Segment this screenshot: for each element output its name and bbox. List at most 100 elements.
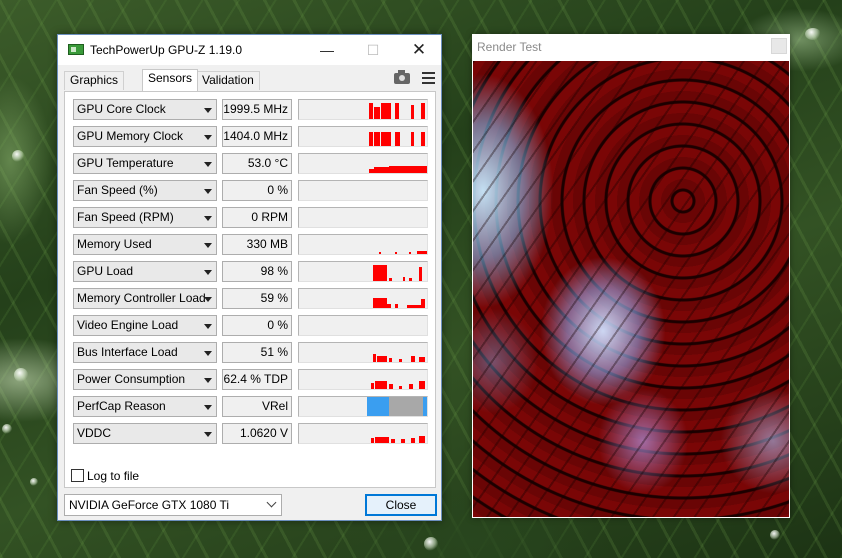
render-texture: [473, 61, 789, 517]
sensor-name-dropdown[interactable]: Fan Speed (%): [73, 180, 217, 201]
graph-bar: [403, 277, 405, 281]
sensor-value: 330 MB: [222, 234, 292, 255]
log-to-file-checkbox[interactable]: [71, 469, 84, 482]
graph-bar: [419, 267, 422, 281]
sensor-row-vddc: VDDC 1.0620 V: [73, 423, 428, 444]
sensor-row-video-engine-load: Video Engine Load 0 %: [73, 315, 428, 336]
close-button[interactable]: Close: [365, 494, 437, 516]
sensor-name-dropdown[interactable]: Memory Controller Load: [73, 288, 217, 309]
sensor-value: 53.0 °C: [222, 153, 292, 174]
render-test-title: Render Test: [477, 40, 542, 54]
graph-bar: [399, 359, 402, 362]
graph-bar: [421, 103, 425, 119]
sensor-name-dropdown[interactable]: VDDC: [73, 423, 217, 444]
dropdown-arrow-icon: [204, 216, 212, 221]
hamburger-menu-icon[interactable]: [422, 72, 435, 84]
camera-icon[interactable]: [394, 70, 410, 84]
sensor-row-gpu-core-clock: GPU Core Clock 1999.5 MHz: [73, 99, 428, 120]
dropdown-arrow-icon: [204, 108, 212, 113]
sensor-name-label: Memory Controller Load: [77, 291, 206, 305]
sensor-value: 98 %: [222, 261, 292, 282]
graph-bar: [395, 252, 397, 254]
sensor-value: VRel: [222, 396, 292, 417]
render-test-close-button[interactable]: [771, 38, 787, 54]
graph-bar: [407, 305, 421, 308]
wallpaper-dewdrop: [424, 537, 438, 551]
sensor-name-label: PerfCap Reason: [77, 399, 166, 413]
sensor-row-perfcap-reason: PerfCap Reason VRel: [73, 396, 428, 417]
sensor-value: 0 %: [222, 315, 292, 336]
graph-bar: [369, 132, 373, 146]
sensor-value: 1404.0 MHz: [222, 126, 292, 147]
sensor-graph: [298, 207, 428, 228]
tab-graphics-card[interactable]: Graphics Card: [64, 71, 125, 104]
sensor-graph: [298, 234, 428, 255]
sensor-name-dropdown[interactable]: Bus Interface Load: [73, 342, 217, 363]
sensor-name-dropdown[interactable]: GPU Core Clock: [73, 99, 217, 120]
wallpaper-dewdrop: [30, 478, 38, 486]
sensor-value: 0 RPM: [222, 207, 292, 228]
perfcap-idle-segment: [389, 397, 423, 416]
sensor-name-dropdown[interactable]: GPU Temperature: [73, 153, 217, 174]
sensor-graph: [298, 288, 428, 309]
dropdown-arrow-icon: [204, 432, 212, 437]
graph-bar: [411, 356, 415, 362]
log-to-file-label: Log to file: [87, 469, 140, 483]
graph-bar: [371, 383, 374, 389]
graph-bar: [381, 132, 391, 146]
graph-bar: [389, 358, 392, 362]
sensor-name-dropdown[interactable]: Fan Speed (RPM): [73, 207, 217, 228]
sensor-graph: [298, 126, 428, 147]
dropdown-arrow-icon: [204, 324, 212, 329]
graph-bar: [391, 439, 395, 443]
tab-sensors[interactable]: Sensors: [142, 69, 199, 91]
sensor-row-gpu-memory-clock: GPU Memory Clock 1404.0 MHz: [73, 126, 428, 147]
graph-bar: [399, 386, 402, 389]
sensor-row-memory-used: Memory Used 330 MB: [73, 234, 428, 255]
sensor-row-bus-interface-load: Bus Interface Load 51 %: [73, 342, 428, 363]
graph-bar: [377, 356, 387, 362]
dropdown-arrow-icon: [204, 135, 212, 140]
dropdown-arrow-icon: [204, 270, 212, 275]
window-title: TechPowerUp GPU-Z 1.19.0: [90, 43, 243, 57]
tab-validation[interactable]: Validation: [196, 71, 260, 90]
graph-bar: [421, 299, 425, 308]
graph-bar: [389, 278, 392, 281]
minimize-button[interactable]: —: [304, 35, 350, 65]
graph-bar: [373, 265, 387, 281]
sensor-name-label: GPU Core Clock: [77, 102, 166, 116]
window-close-button[interactable]: ✕: [396, 35, 442, 65]
sensor-name-dropdown[interactable]: Power Consumption: [73, 369, 217, 390]
graph-bar: [371, 438, 374, 443]
sensor-row-fan-speed: Fan Speed (%) 0 %: [73, 180, 428, 201]
sensor-value: 0 %: [222, 180, 292, 201]
sensor-name-dropdown[interactable]: Video Engine Load: [73, 315, 217, 336]
sensor-name-dropdown[interactable]: GPU Load: [73, 261, 217, 282]
graph-bar: [409, 278, 412, 281]
sensor-value: 1999.5 MHz: [222, 99, 292, 120]
graph-bar: [409, 252, 411, 254]
graph-bar: [411, 132, 414, 146]
graph-bar: [373, 354, 376, 362]
graph-bar: [381, 103, 391, 119]
graph-bar: [419, 436, 425, 443]
dropdown-arrow-icon: [204, 378, 212, 383]
sensor-name-dropdown[interactable]: PerfCap Reason: [73, 396, 217, 417]
graph-bar: [375, 437, 389, 443]
sensor-graph: [298, 369, 428, 390]
sensors-panel: GPU Core Clock 1999.5 MHz GPU Memory Clock…: [64, 91, 436, 488]
wallpaper-dewdrop: [14, 368, 28, 382]
dropdown-arrow-icon: [204, 297, 212, 302]
sensor-name-dropdown[interactable]: GPU Memory Clock: [73, 126, 217, 147]
graph-bar: [389, 166, 427, 173]
sensor-name-dropdown[interactable]: Memory Used: [73, 234, 217, 255]
sensor-row-memory-controller-load: Memory Controller Load 59 %: [73, 288, 428, 309]
graph-bar: [395, 132, 400, 146]
sensor-graph: [298, 342, 428, 363]
sensor-value: 1.0620 V: [222, 423, 292, 444]
title-bar[interactable]: TechPowerUp GPU-Z 1.19.0 — ☐ ✕: [58, 35, 441, 65]
sensor-row-fan-speed-rpm: Fan Speed (RPM) 0 RPM: [73, 207, 428, 228]
maximize-button[interactable]: ☐: [350, 35, 396, 65]
gpu-select-dropdown[interactable]: NVIDIA GeForce GTX 1080 Ti: [64, 494, 282, 516]
sensor-name-label: GPU Load: [77, 264, 134, 278]
